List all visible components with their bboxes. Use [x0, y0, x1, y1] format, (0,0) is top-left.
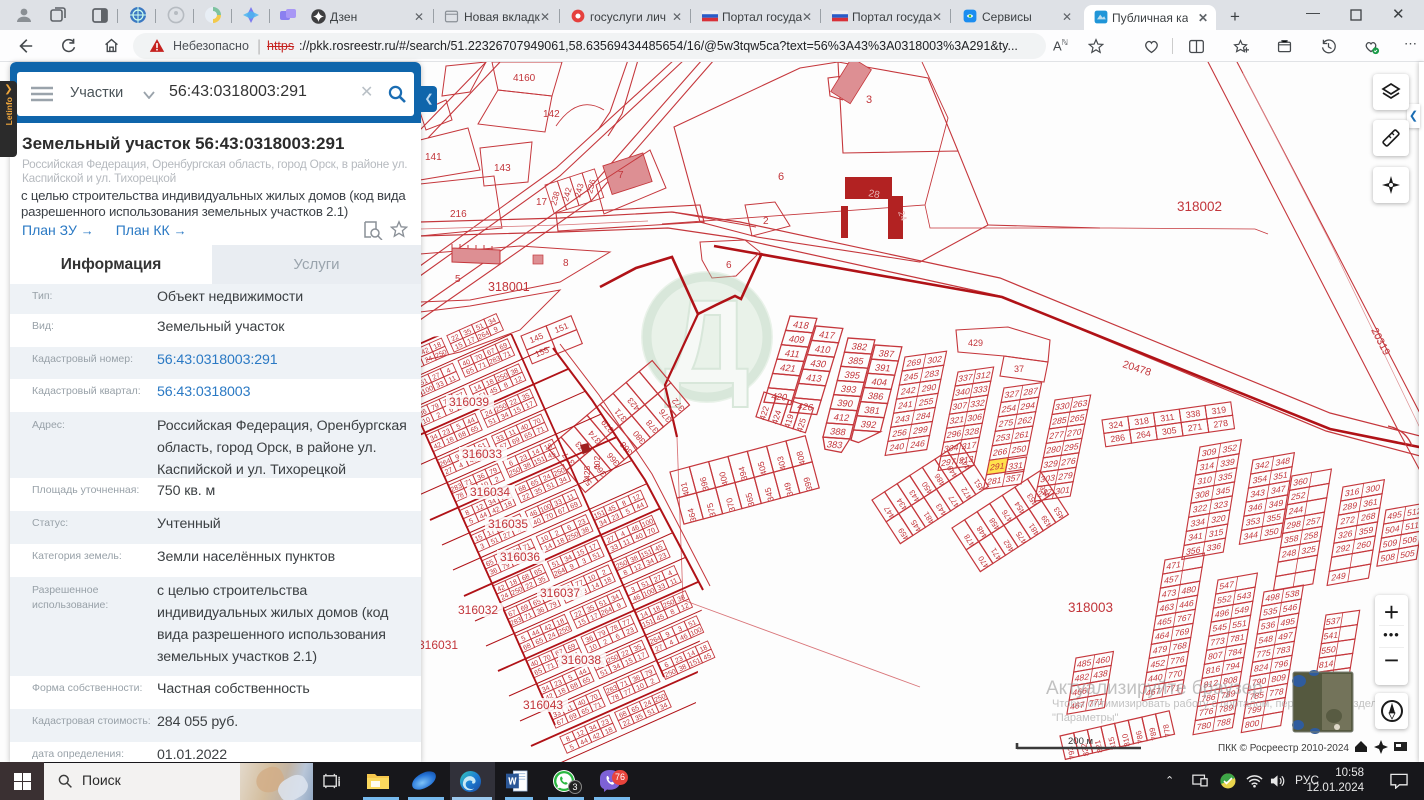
svg-text:143: 143	[494, 163, 511, 174]
svg-text:402: 402	[592, 456, 602, 470]
svg-text:316037: 316037	[540, 586, 580, 600]
svg-text:316036: 316036	[500, 550, 540, 564]
svg-text:386: 386	[867, 391, 885, 402]
svg-text:17: 17	[536, 197, 548, 208]
svg-text:286: 286	[1110, 432, 1126, 444]
svg-text:410: 410	[813, 344, 832, 356]
svg-text:316031: 316031	[418, 638, 458, 652]
svg-text:417: 417	[818, 330, 837, 342]
svg-text:395: 395	[843, 370, 861, 381]
svg-text:Д: Д	[664, 275, 750, 409]
svg-text:411: 411	[783, 348, 801, 360]
svg-text:200 м: 200 м	[1068, 736, 1093, 747]
svg-text:319: 319	[1211, 404, 1227, 416]
svg-text:385: 385	[847, 356, 865, 367]
svg-text:318002: 318002	[1177, 199, 1222, 214]
svg-text:"Параметры": "Параметры"	[1052, 712, 1119, 724]
svg-text:390: 390	[836, 398, 854, 409]
svg-text:305: 305	[1161, 425, 1177, 437]
svg-text:264: 264	[1135, 429, 1151, 441]
svg-text:382: 382	[850, 341, 868, 352]
svg-text:421: 421	[778, 363, 797, 375]
svg-text:142: 142	[543, 109, 560, 120]
svg-text:387: 387	[877, 348, 895, 359]
svg-text:383: 383	[826, 439, 844, 450]
svg-text:216: 216	[450, 209, 467, 220]
svg-text:316032: 316032	[458, 603, 498, 617]
svg-text:413: 413	[804, 373, 823, 385]
svg-text:316033: 316033	[462, 447, 502, 461]
svg-text:ПКК © Росреестр 2010-2024: ПКК © Росреестр 2010-2024	[1218, 743, 1349, 754]
svg-text:4160: 4160	[513, 73, 536, 84]
svg-text:316034: 316034	[470, 485, 510, 499]
svg-text:412: 412	[833, 412, 851, 423]
svg-text:381: 381	[863, 405, 881, 416]
svg-text:388: 388	[829, 426, 847, 437]
svg-text:3: 3	[866, 94, 872, 106]
svg-text:37: 37	[1014, 364, 1024, 374]
svg-text:141: 141	[425, 152, 442, 163]
svg-text:428: 428	[582, 466, 592, 480]
svg-text:5: 5	[455, 274, 461, 285]
svg-text:311: 311	[1160, 412, 1175, 424]
svg-text:429: 429	[968, 338, 983, 348]
svg-text:7: 7	[618, 170, 624, 181]
svg-text:404: 404	[870, 377, 888, 388]
svg-text:271: 271	[1187, 421, 1203, 433]
svg-text:324: 324	[1108, 419, 1124, 431]
svg-text:393: 393	[840, 384, 858, 395]
svg-text:316038: 316038	[561, 653, 601, 667]
svg-text:318: 318	[1134, 415, 1150, 427]
svg-text:391: 391	[874, 363, 892, 374]
svg-text:430: 430	[809, 358, 828, 370]
svg-text:409: 409	[787, 334, 806, 346]
svg-text:316039: 316039	[449, 395, 489, 409]
svg-text:Актуализируйте браузер: Актуализируйте браузер	[1046, 678, 1263, 699]
svg-text:8: 8	[563, 258, 569, 269]
svg-text:318003: 318003	[1068, 600, 1113, 615]
svg-text:338: 338	[1185, 408, 1201, 420]
svg-text:278: 278	[1213, 418, 1229, 430]
svg-text:418: 418	[792, 320, 811, 332]
svg-text:392: 392	[860, 419, 878, 430]
svg-text:316043: 316043	[523, 698, 563, 712]
svg-text:2: 2	[763, 216, 769, 227]
svg-text:316035: 316035	[488, 517, 528, 531]
svg-text:6: 6	[778, 171, 784, 183]
svg-text:6: 6	[726, 260, 732, 271]
